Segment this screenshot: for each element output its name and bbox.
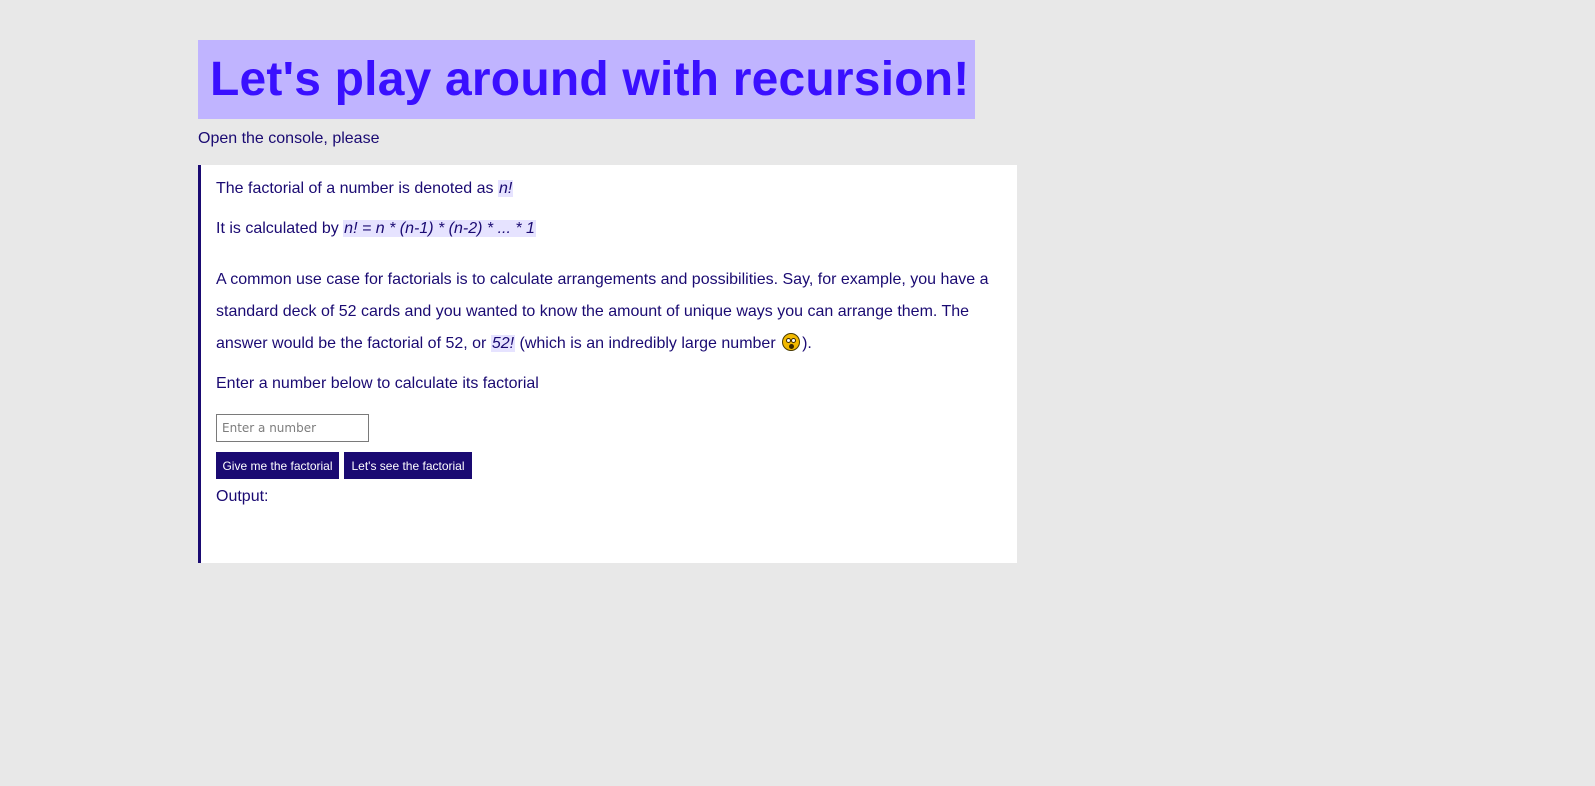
formula-code: n! = n * (n-1) * (n-2) * ... * 1 [343,220,536,237]
definition-line: The factorial of a number is denoted as … [216,180,514,198]
formula-line: It is calculated by n! = n * (n-1) * (n-… [216,220,536,238]
page-title: Let's play around with recursion! [210,53,970,106]
use-case-text-2: (which is an indredibly large number [515,335,781,352]
definition-text: The factorial of a number is denoted as [216,180,498,197]
number-input[interactable] [216,414,369,442]
formula-text: It is calculated by [216,220,344,237]
subtitle: Open the console, please [198,130,380,147]
example-code: 52! [490,335,516,352]
see-factorial-button[interactable]: Let's see the factorial [344,452,472,479]
output-label: Output: [216,488,269,505]
notation-code: n! [497,180,514,197]
use-case-text-end: ). [802,335,812,352]
use-case-paragraph: A common use case for factorials is to c… [216,264,1006,360]
give-factorial-button[interactable]: Give me the factorial [216,452,339,479]
page-header: Let's play around with recursion! [198,40,975,119]
astonished-face-icon [782,333,801,351]
input-prompt: Enter a number below to calculate its fa… [216,375,539,392]
factorial-panel: The factorial of a number is denoted as … [198,165,1017,563]
